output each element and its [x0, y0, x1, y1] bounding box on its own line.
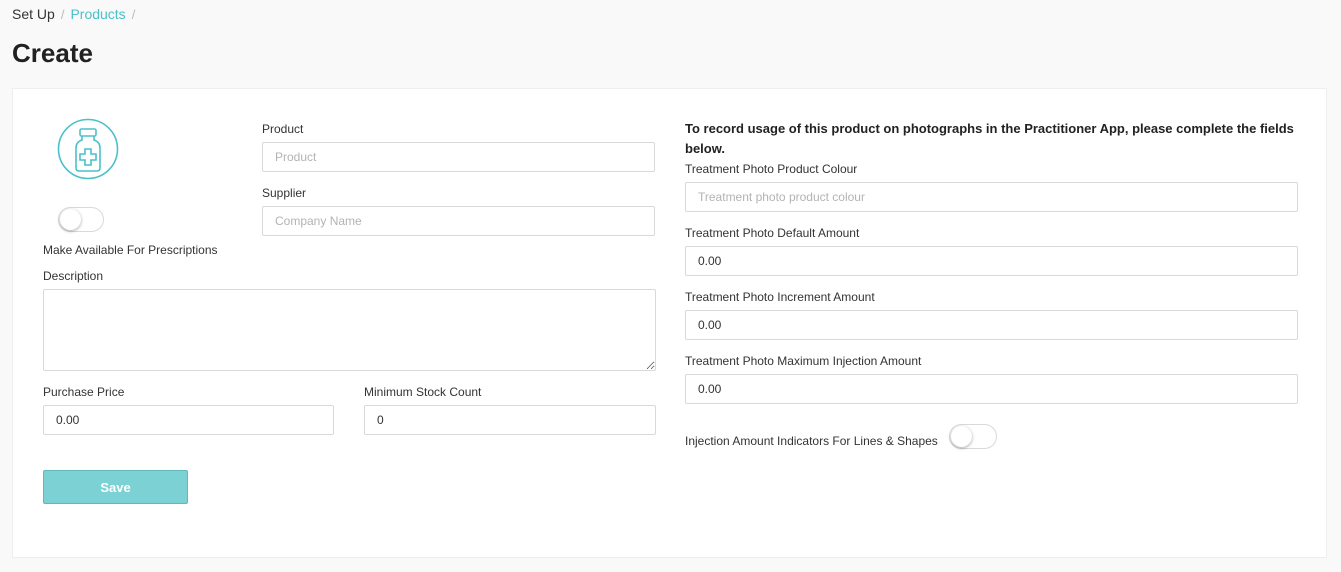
product-input[interactable]: [262, 142, 655, 172]
indicators-toggle-label: Injection Amount Indicators For Lines & …: [685, 434, 938, 448]
product-label: Product: [262, 122, 304, 136]
indicators-toggle[interactable]: [949, 424, 997, 449]
breadcrumb-products[interactable]: Products: [70, 6, 125, 22]
treatment-max-injection-input[interactable]: [685, 374, 1298, 404]
supplier-input[interactable]: [262, 206, 655, 236]
toggle-knob: [951, 426, 972, 447]
description-label: Description: [43, 269, 104, 283]
breadcrumb-separator: /: [131, 6, 136, 22]
treatment-increment-amount-label: Treatment Photo Increment Amount: [685, 290, 875, 304]
treatment-colour-label: Treatment Photo Product Colour: [685, 162, 858, 176]
breadcrumb: Set Up / Products /: [12, 6, 141, 22]
supplier-label: Supplier: [262, 186, 307, 200]
product-form-card: Make Available For Prescriptions Product…: [12, 88, 1327, 558]
treatment-notice: To record usage of this product on photo…: [685, 121, 1294, 156]
toggle-knob: [60, 209, 81, 230]
treatment-increment-amount-input[interactable]: [685, 310, 1298, 340]
treatment-default-amount-input[interactable]: [685, 246, 1298, 276]
prescriptions-toggle-label: Make Available For Prescriptions: [43, 243, 218, 257]
min-stock-label: Minimum Stock Count: [364, 385, 482, 399]
medicine-bottle-icon: [57, 118, 119, 180]
treatment-default-amount-label: Treatment Photo Default Amount: [685, 226, 860, 240]
treatment-max-injection-label: Treatment Photo Maximum Injection Amount: [685, 354, 922, 368]
breadcrumb-setup[interactable]: Set Up: [12, 6, 55, 22]
breadcrumb-separator: /: [60, 6, 65, 22]
purchase-price-input[interactable]: [43, 405, 334, 435]
treatment-colour-input[interactable]: [685, 182, 1298, 212]
save-button[interactable]: Save: [43, 470, 188, 504]
prescriptions-toggle[interactable]: [58, 207, 104, 232]
min-stock-input[interactable]: [364, 405, 656, 435]
page-title: Create: [12, 38, 93, 68]
purchase-price-label: Purchase Price: [43, 385, 125, 399]
description-textarea[interactable]: [43, 289, 656, 371]
